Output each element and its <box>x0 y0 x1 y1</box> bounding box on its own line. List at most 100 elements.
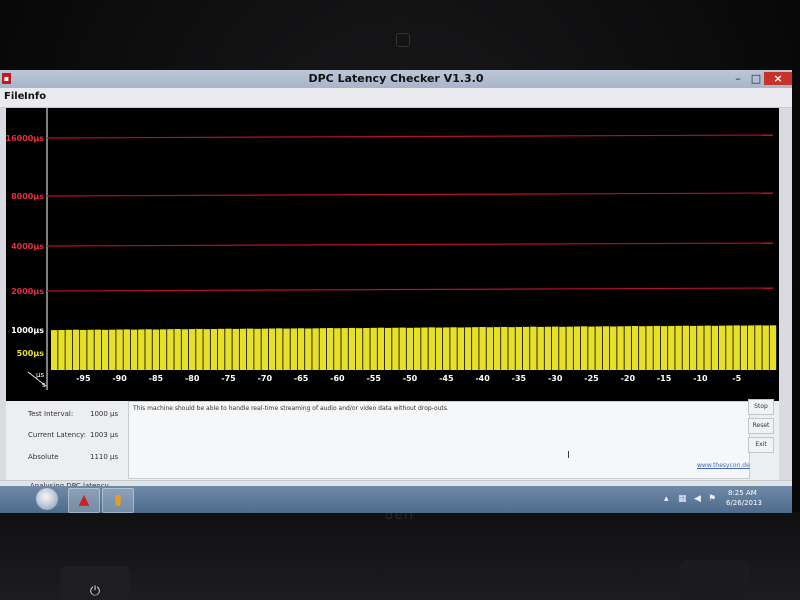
taskbar-chart-icon[interactable]: ▮ <box>102 488 134 513</box>
latency-bar <box>167 329 174 370</box>
menu-bar: File Info <box>0 88 792 108</box>
latency-bar <box>123 329 131 370</box>
clock-date[interactable]: 6/26/2013 <box>726 499 762 507</box>
latency-bar <box>109 329 116 370</box>
x-tick-label: -45 <box>439 374 454 383</box>
latency-bar <box>203 329 210 370</box>
y-tick-label: 8000µs <box>11 192 44 201</box>
latency-bar <box>377 327 385 370</box>
tray-network-icon[interactable]: ▦ <box>678 494 687 504</box>
x-tick-label: -70 <box>258 374 273 383</box>
latency-bar <box>72 329 80 370</box>
latency-bar <box>196 328 203 370</box>
latency-bar <box>152 329 160 370</box>
gridline <box>46 192 774 197</box>
latency-bar <box>254 328 261 370</box>
taskbar-app-icon[interactable]: ▲ <box>68 488 100 513</box>
latency-bar <box>747 325 755 370</box>
y-tick-label: 1000µs <box>11 326 44 335</box>
latency-bar <box>247 328 254 370</box>
website-link[interactable]: www.thesycon.de <box>697 462 750 469</box>
absolute-label: Absolute <box>28 453 59 461</box>
x-tick-label: -5 <box>732 374 741 383</box>
latency-bar <box>522 326 530 370</box>
latency-bar <box>51 330 58 370</box>
latency-bar <box>188 329 196 370</box>
x-tick-label: -30 <box>548 374 563 383</box>
tray-arrow-icon[interactable]: ▴ <box>664 494 669 504</box>
close-button[interactable]: × <box>764 72 792 85</box>
latency-bar <box>87 329 94 370</box>
latency-bar <box>508 327 515 370</box>
menu-file[interactable]: File <box>4 91 24 102</box>
y-tick-label: 4000µs <box>11 242 44 251</box>
start-button[interactable] <box>36 488 58 510</box>
latency-bar <box>297 328 305 370</box>
latency-bar <box>559 326 566 370</box>
latency-bar <box>348 327 356 370</box>
latency-bar <box>537 326 544 370</box>
info-panel: Test Interval: 1000 µs Current Latency: … <box>6 399 779 480</box>
latency-bar <box>501 326 508 370</box>
latency-bar <box>486 327 494 370</box>
clock-time[interactable]: 8:25 AM <box>728 489 757 497</box>
webcam-icon <box>396 33 410 47</box>
title-bar[interactable]: ▪ DPC Latency Checker V1.3.0 – □ × <box>0 70 792 88</box>
latency-bar <box>406 327 414 370</box>
power-icon[interactable]: ⏻ <box>86 585 104 599</box>
screen: ▪ DPC Latency Checker V1.3.0 – □ × File … <box>0 70 792 513</box>
latency-bar <box>58 330 65 370</box>
message-text: This machine should be able to handle re… <box>133 405 449 412</box>
x-axis-unit-label: s <box>42 381 46 389</box>
x-tick-label: -60 <box>330 374 345 383</box>
latency-bar <box>326 328 334 370</box>
reset-button[interactable]: Reset <box>748 418 774 434</box>
x-tick-label: -50 <box>403 374 418 383</box>
latency-bar <box>181 329 189 370</box>
exit-button[interactable]: Exit <box>748 437 774 453</box>
latency-bar <box>341 328 348 370</box>
minimize-button[interactable]: – <box>730 72 746 85</box>
latency-bar <box>617 326 624 370</box>
y-tick-label: 16000µs <box>6 134 44 143</box>
latency-bar <box>130 329 138 370</box>
maximize-button[interactable]: □ <box>748 72 764 85</box>
latency-bar <box>232 328 239 370</box>
x-tick-label: -90 <box>112 374 127 383</box>
x-tick-label: -75 <box>221 374 236 383</box>
latency-bar <box>740 325 748 370</box>
latency-bar <box>718 325 726 370</box>
menu-info[interactable]: Info <box>24 91 46 102</box>
latency-bar <box>653 325 661 370</box>
latency-bar <box>631 326 639 370</box>
latency-bar <box>428 327 435 370</box>
latency-bar <box>595 326 602 370</box>
window-title: DPC Latency Checker V1.3.0 <box>308 72 484 85</box>
latency-bar <box>566 326 573 370</box>
latency-bar <box>711 325 719 370</box>
taskbar: ▲ ▮ ▴ ▦ ◀ ⚑ 8:25 AM 6/26/2013 <box>0 486 792 513</box>
tray-flag-icon[interactable]: ⚑ <box>708 494 716 504</box>
tray-volume-icon[interactable]: ◀ <box>694 494 701 504</box>
latency-bar <box>217 328 225 370</box>
stop-button[interactable]: Stop <box>748 399 774 415</box>
latency-bar <box>384 327 392 370</box>
latency-bar <box>319 328 327 370</box>
latency-bar <box>726 325 733 370</box>
x-tick-label: -20 <box>621 374 636 383</box>
latency-bar <box>421 327 428 370</box>
latency-bar <box>138 329 145 370</box>
latency-bar <box>588 326 595 370</box>
latency-chart: 16000µs 8000µs 4000µs 2000µs 1000µs 500µs -95 -… <box>6 108 779 401</box>
absolute-value: 1110 µs <box>90 453 119 461</box>
latency-bar <box>530 326 537 370</box>
y-tick-label: 500µs <box>17 349 45 358</box>
latency-bar <box>646 326 653 370</box>
latency-bar <box>573 326 581 370</box>
text-cursor-icon: I <box>567 450 570 461</box>
latency-bar <box>450 327 457 370</box>
latency-bar <box>101 329 109 370</box>
y-axis-unit-label: µs <box>36 371 44 379</box>
latency-bar <box>334 328 341 370</box>
current-latency-value: 1003 µs <box>90 431 119 439</box>
